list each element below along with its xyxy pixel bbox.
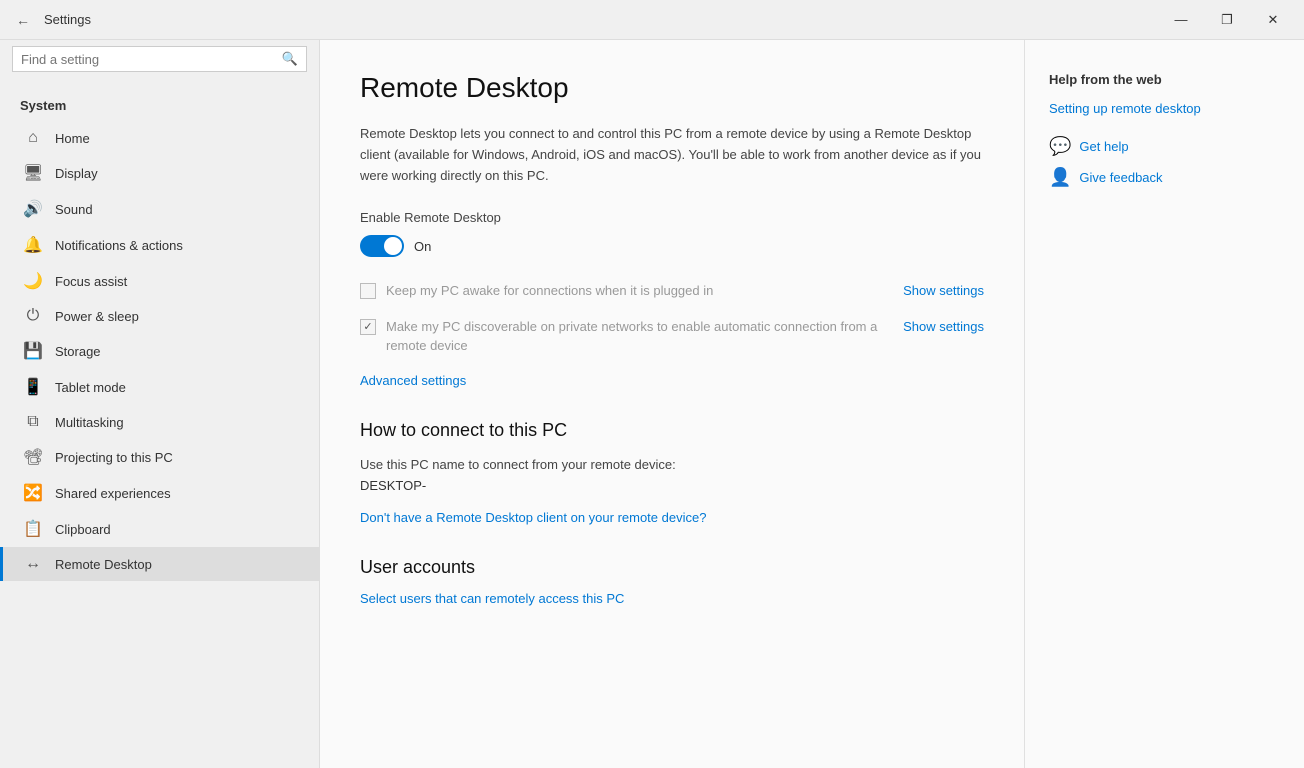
enable-label: Enable Remote Desktop xyxy=(360,210,984,225)
connect-description: Use this PC name to connect from your re… xyxy=(360,457,984,472)
sidebar-item-multitasking[interactable]: ⧉ Multitasking xyxy=(0,405,319,439)
user-accounts-title: User accounts xyxy=(360,557,984,578)
give-feedback-text[interactable]: Give feedback xyxy=(1079,170,1162,185)
remote-desktop-toggle[interactable] xyxy=(360,235,404,257)
sidebar-item-tablet[interactable]: 📱 Tablet mode xyxy=(0,369,319,405)
projecting-icon: 📽 xyxy=(23,447,43,467)
sidebar-item-shared[interactable]: 🔀 Shared experiences xyxy=(0,475,319,511)
search-box[interactable]: 🔍 xyxy=(12,46,307,72)
sound-icon: 🔊 xyxy=(23,199,43,219)
no-client-link[interactable]: Don't have a Remote Desktop client on yo… xyxy=(360,510,706,525)
storage-icon: 💾 xyxy=(23,341,43,361)
sidebar-label-projecting: Projecting to this PC xyxy=(55,450,173,465)
checkbox-discoverable-label: Make my PC discoverable on private netwo… xyxy=(386,317,893,356)
sidebar-item-storage[interactable]: 💾 Storage xyxy=(0,333,319,369)
notifications-icon: 🔔 xyxy=(23,235,43,255)
tablet-icon: 📱 xyxy=(23,377,43,397)
sidebar-label-home: Home xyxy=(55,131,90,146)
sidebar-label-sound: Sound xyxy=(55,202,93,217)
maximize-button[interactable]: ❐ xyxy=(1204,0,1250,40)
get-help-icon: 💬 xyxy=(1049,136,1071,157)
sidebar-item-power[interactable]: ⏻ Power & sleep xyxy=(0,299,319,333)
toggle-knob xyxy=(384,237,402,255)
remote-icon: ↔ xyxy=(23,555,43,573)
minimize-button[interactable]: — xyxy=(1158,0,1204,40)
sidebar-item-projecting[interactable]: 📽 Projecting to this PC xyxy=(0,439,319,475)
app-title: Settings xyxy=(44,12,91,27)
checkbox-awake-label: Keep my PC awake for connections when it… xyxy=(386,281,713,301)
back-button[interactable]: ← xyxy=(8,5,38,35)
search-input[interactable] xyxy=(21,52,278,67)
sidebar-item-display[interactable]: 🖥 Display xyxy=(0,155,319,191)
checkbox-discoverable[interactable]: ✓ xyxy=(360,319,376,335)
toggle-row: On xyxy=(360,235,984,257)
title-bar: ← Settings — ❐ ✕ xyxy=(0,0,1304,40)
close-button[interactable]: ✕ xyxy=(1250,0,1296,40)
sidebar-label-tablet: Tablet mode xyxy=(55,380,126,395)
page-title: Remote Desktop xyxy=(360,72,984,104)
sidebar-item-focus[interactable]: 🌙 Focus assist xyxy=(0,263,319,299)
focus-icon: 🌙 xyxy=(23,271,43,291)
checkbox-row-2: ✓ Make my PC discoverable on private net… xyxy=(360,317,984,356)
checkbox-awake[interactable] xyxy=(360,283,376,299)
sidebar-item-sound[interactable]: 🔊 Sound xyxy=(0,191,319,227)
sidebar-label-multitasking: Multitasking xyxy=(55,415,124,430)
show-settings-link-1[interactable]: Show settings xyxy=(903,281,984,298)
checkbox-row-1: Keep my PC awake for connections when it… xyxy=(360,281,984,301)
sidebar-label-focus: Focus assist xyxy=(55,274,127,289)
search-icon: 🔍 xyxy=(282,51,298,67)
clipboard-icon: 📋 xyxy=(23,519,43,539)
right-panel: Help from the web Setting up remote desk… xyxy=(1024,40,1304,768)
checkbox-wrap-1: Keep my PC awake for connections when it… xyxy=(360,281,893,301)
sidebar-item-notifications[interactable]: 🔔 Notifications & actions xyxy=(0,227,319,263)
app-body: 🔍 System ⌂ Home 🖥 Display 🔊 Sound 🔔 Noti… xyxy=(0,40,1304,768)
main-content: Remote Desktop Remote Desktop lets you c… xyxy=(320,40,1024,768)
sidebar: 🔍 System ⌂ Home 🖥 Display 🔊 Sound 🔔 Noti… xyxy=(0,40,320,768)
sidebar-label-shared: Shared experiences xyxy=(55,486,171,501)
sidebar-label-storage: Storage xyxy=(55,344,101,359)
sidebar-item-remote[interactable]: ↔ Remote Desktop xyxy=(0,547,319,581)
display-icon: 🖥 xyxy=(23,163,43,183)
pc-name: DESKTOP- xyxy=(360,478,984,493)
sidebar-item-home[interactable]: ⌂ Home xyxy=(0,121,319,155)
system-label: System xyxy=(0,82,319,121)
sidebar-label-notifications: Notifications & actions xyxy=(55,238,183,253)
power-icon: ⏻ xyxy=(23,307,43,325)
home-icon: ⌂ xyxy=(23,129,43,147)
give-feedback-icon: 👤 xyxy=(1049,167,1071,188)
sidebar-label-remote: Remote Desktop xyxy=(55,557,152,572)
check-mark: ✓ xyxy=(363,320,372,333)
give-feedback-row[interactable]: 👤 Give feedback xyxy=(1049,167,1280,188)
sidebar-item-clipboard[interactable]: 📋 Clipboard xyxy=(0,511,319,547)
show-settings-link-2[interactable]: Show settings xyxy=(903,317,984,334)
get-help-row[interactable]: 💬 Get help xyxy=(1049,136,1280,157)
checkbox-wrap-2: ✓ Make my PC discoverable on private net… xyxy=(360,317,893,356)
shared-icon: 🔀 xyxy=(23,483,43,503)
get-help-text[interactable]: Get help xyxy=(1079,139,1128,154)
window-controls: — ❐ ✕ xyxy=(1158,0,1296,40)
toggle-state-text: On xyxy=(414,239,431,254)
multitasking-icon: ⧉ xyxy=(23,413,43,431)
page-description: Remote Desktop lets you connect to and c… xyxy=(360,124,984,186)
how-to-connect-title: How to connect to this PC xyxy=(360,420,984,441)
help-link-remote[interactable]: Setting up remote desktop xyxy=(1049,101,1280,116)
sidebar-label-clipboard: Clipboard xyxy=(55,522,111,537)
sidebar-label-display: Display xyxy=(55,166,98,181)
nav-list: ⌂ Home 🖥 Display 🔊 Sound 🔔 Notifications… xyxy=(0,121,319,581)
advanced-settings-link[interactable]: Advanced settings xyxy=(360,373,466,388)
help-title: Help from the web xyxy=(1049,72,1280,87)
select-users-link[interactable]: Select users that can remotely access th… xyxy=(360,591,624,606)
sidebar-label-power: Power & sleep xyxy=(55,309,139,324)
